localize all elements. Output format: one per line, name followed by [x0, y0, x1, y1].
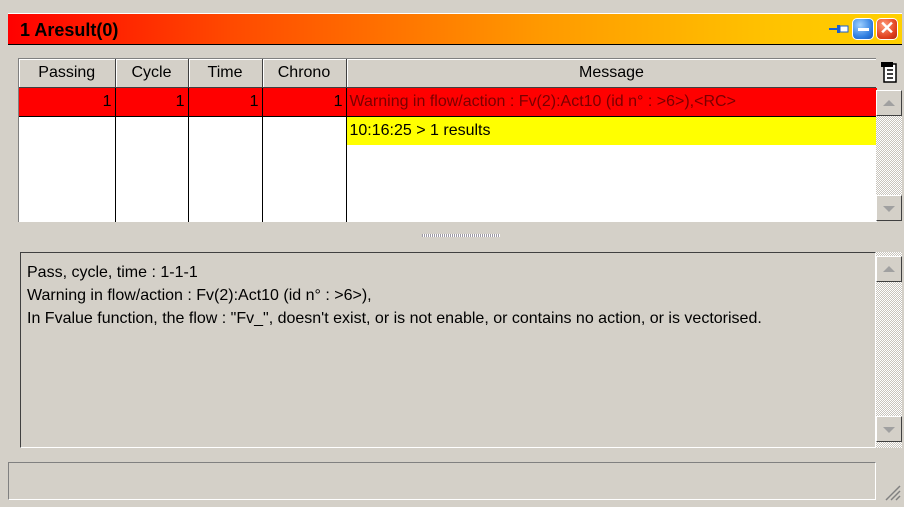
- window-title: 1 Aresult(0): [20, 20, 119, 40]
- detail-scrollbar[interactable]: [876, 252, 902, 448]
- scroll-up-button[interactable]: [876, 90, 902, 116]
- cell-chrono[interactable]: [262, 116, 347, 145]
- cell-message[interactable]: Warning in flow/action : Fv(2):Act10 (id…: [346, 87, 877, 117]
- column-header-time[interactable]: Time: [188, 59, 263, 88]
- table-row-empty: [19, 145, 877, 222]
- grid-header-row: Passing Cycle Time Chrono Message: [19, 59, 877, 88]
- scroll-down-button[interactable]: [876, 416, 902, 442]
- column-header-cycle[interactable]: Cycle: [115, 59, 189, 88]
- grid-scrollbar[interactable]: [876, 90, 902, 221]
- scroll-down-button[interactable]: [876, 195, 902, 221]
- detail-line: In Fvalue function, the flow : "Fv_", do…: [27, 310, 762, 327]
- column-header-passing[interactable]: Passing: [19, 59, 116, 88]
- close-icon[interactable]: ✕: [876, 18, 898, 40]
- status-bar: [8, 462, 902, 502]
- splitter[interactable]: [18, 224, 902, 246]
- column-chooser-icon[interactable]: [876, 58, 902, 88]
- scroll-up-button[interactable]: [876, 256, 902, 282]
- title-bar[interactable]: 1 Aresult(0) ✕: [8, 13, 902, 45]
- pin-icon[interactable]: [828, 18, 850, 40]
- cell-message[interactable]: 10:16:25 > 1 results: [346, 116, 877, 145]
- table-row[interactable]: 1 1 1 1 Warning in flow/action : Fv(2):A…: [19, 87, 877, 117]
- column-header-message[interactable]: Message: [346, 59, 877, 88]
- status-field: [8, 462, 876, 500]
- minimize-icon[interactable]: [852, 18, 874, 40]
- message-detail-text: Pass, cycle, time : 1-1-1 Warning in flo…: [27, 261, 869, 330]
- splitter-grip[interactable]: [422, 234, 500, 237]
- cell-time[interactable]: 1: [188, 87, 263, 117]
- cell-cycle[interactable]: 1: [115, 87, 189, 117]
- cell-passing[interactable]: 1: [19, 87, 116, 117]
- table-row[interactable]: 10:16:25 > 1 results: [19, 116, 877, 145]
- column-header-chrono[interactable]: Chrono: [262, 59, 347, 88]
- resize-grip-icon[interactable]: [880, 480, 902, 502]
- cell-passing[interactable]: [19, 116, 116, 145]
- detail-line: Pass, cycle, time : 1-1-1: [27, 264, 198, 281]
- cell-time[interactable]: [188, 116, 263, 145]
- message-detail-panel[interactable]: Pass, cycle, time : 1-1-1 Warning in flo…: [20, 252, 876, 448]
- cell-cycle[interactable]: [115, 116, 189, 145]
- results-grid[interactable]: Passing Cycle Time Chrono Message 1 1 1 …: [18, 58, 877, 222]
- detail-line: Warning in flow/action : Fv(2):Act10 (id…: [27, 287, 372, 304]
- cell-chrono[interactable]: 1: [262, 87, 347, 117]
